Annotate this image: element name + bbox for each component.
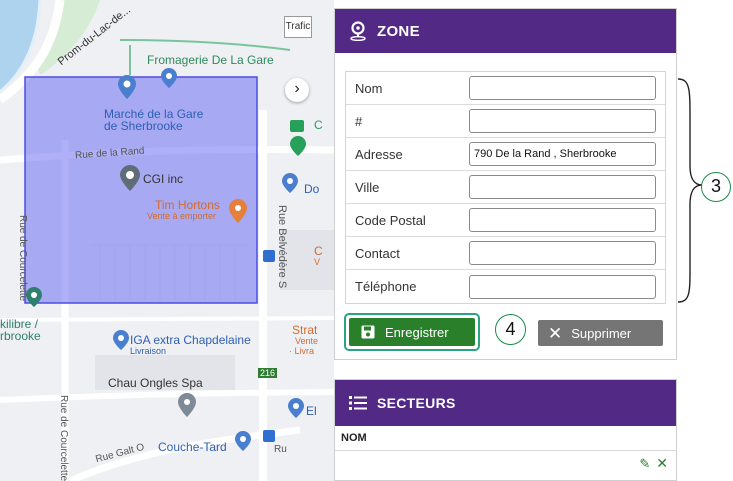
map-label-tim-hortons: Tim Hortons	[155, 198, 220, 212]
location-pin-icon	[349, 21, 367, 41]
nom-input[interactable]	[469, 76, 656, 100]
list-icon	[349, 396, 367, 410]
pharmacy-pin-icon[interactable]	[290, 136, 306, 156]
map-label-marche: Marché de la Gare de Sherbrooke	[104, 107, 204, 133]
map-route-badge: 216	[258, 368, 278, 378]
location-pin-icon[interactable]	[120, 165, 140, 191]
save-button[interactable]: Enregistrer	[349, 318, 475, 346]
map-label-v: V	[314, 257, 321, 267]
map-label-strat: Strat	[292, 323, 318, 337]
secteur-row-actions: ✎ ✕	[639, 456, 668, 470]
form-row-number: #	[346, 105, 665, 138]
map-label-c: C	[314, 118, 323, 132]
ville-input[interactable]	[469, 175, 656, 199]
restaurant-pin-icon[interactable]	[229, 199, 247, 223]
zone-panel: ZONE Nom # Adresse Ville Code Postal Con…	[334, 8, 677, 360]
contact-label: Contact	[355, 245, 400, 261]
form-row-telephone: Téléphone	[346, 270, 665, 303]
map-label-cgi: CGI inc	[143, 172, 184, 186]
bus-stop-icon	[263, 250, 275, 262]
map-label-chau: Chau Ongles Spa	[108, 376, 203, 390]
shopping-pin-icon-4[interactable]	[288, 398, 304, 418]
traffic-toggle-button[interactable]: Trafic	[284, 16, 312, 38]
secteurs-title: SECTEURS	[377, 395, 456, 411]
map-label-rue-courcelette-2: Rue de Courcelette	[58, 395, 69, 481]
map-label-ru: Ru	[274, 444, 287, 455]
shopping-pin-icon-2[interactable]	[161, 68, 177, 88]
code-postal-input[interactable]	[469, 208, 656, 232]
adresse-label: Adresse	[355, 146, 403, 162]
telephone-input[interactable]	[469, 274, 656, 299]
map-label-iga-sub: Livraison	[130, 346, 167, 356]
form-row-contact: Contact	[346, 237, 665, 270]
map-label-iga: IGA extra Chapdelaine	[130, 333, 251, 347]
contact-input[interactable]	[469, 241, 656, 265]
remove-x-icon[interactable]: ✕	[656, 456, 668, 470]
form-row-code-postal: Code Postal	[346, 204, 665, 237]
map-label-strat-sub2: · Livra	[289, 346, 315, 356]
nom-label: Nom	[355, 80, 383, 96]
map-label-equilibre: kilibre / rbrooke	[0, 317, 41, 343]
shopping-pin-icon-3[interactable]	[282, 173, 298, 193]
form-row-adresse: Adresse	[346, 138, 665, 171]
pharmacy-icon	[290, 120, 304, 132]
map-view[interactable]: Trafic › Prom-du-Lac-de... Fromagerie De…	[0, 0, 334, 481]
secteurs-panel: SECTEURS NOM ✎ ✕	[334, 379, 677, 481]
form-row-ville: Ville	[346, 171, 665, 204]
callout-3: 3	[701, 172, 731, 202]
shopping-pin-icon[interactable]	[118, 75, 136, 99]
zone-header: ZONE	[335, 9, 676, 53]
map-label-fromagerie: Fromagerie De La Gare	[147, 53, 274, 67]
delete-button-label: Supprimer	[571, 325, 632, 341]
save-button-label: Enregistrer	[385, 324, 449, 340]
store-pin-icon[interactable]	[235, 431, 251, 451]
map-label-do: Do	[304, 182, 320, 196]
map-label-rue-belvedere: Rue Belvédère S	[276, 205, 288, 289]
form-row-nom: Nom	[346, 72, 665, 105]
map-label-couche-tard: Couche-Tard	[158, 440, 227, 454]
floppy-disk-icon	[361, 325, 375, 339]
secteurs-header: SECTEURS	[335, 380, 676, 426]
map-next-arrow-icon[interactable]: ›	[285, 78, 309, 102]
ville-label: Ville	[355, 179, 380, 195]
park-pin-icon[interactable]	[26, 287, 42, 307]
zone-title: ZONE	[377, 22, 420, 40]
map-label-strat-sub1: Vente	[295, 336, 319, 346]
code-postal-label: Code Postal	[355, 212, 426, 228]
secteurs-column-nom: NOM	[335, 426, 676, 451]
map-label-tim-hortons-sub: Vente à emporter	[147, 211, 217, 221]
telephone-label: Téléphone	[355, 279, 417, 294]
map-label-c2: C	[314, 244, 323, 258]
map-label-rue-courcelette: Rue de Courcelette	[17, 215, 28, 302]
delete-button[interactable]: ✕ Supprimer	[538, 320, 663, 346]
number-input[interactable]	[469, 109, 656, 133]
adresse-input[interactable]	[469, 142, 656, 166]
close-icon: ✕	[548, 323, 563, 343]
edit-pencil-icon[interactable]: ✎	[639, 457, 650, 470]
number-label: #	[355, 113, 363, 129]
zone-form: Nom # Adresse Ville Code Postal Contact …	[345, 71, 666, 304]
callout-4: 4	[495, 314, 526, 345]
bus-stop-icon-2	[263, 430, 275, 442]
spa-pin-icon[interactable]	[178, 393, 196, 417]
grocery-pin-icon[interactable]	[113, 330, 129, 350]
map-label-el: El	[306, 404, 317, 418]
